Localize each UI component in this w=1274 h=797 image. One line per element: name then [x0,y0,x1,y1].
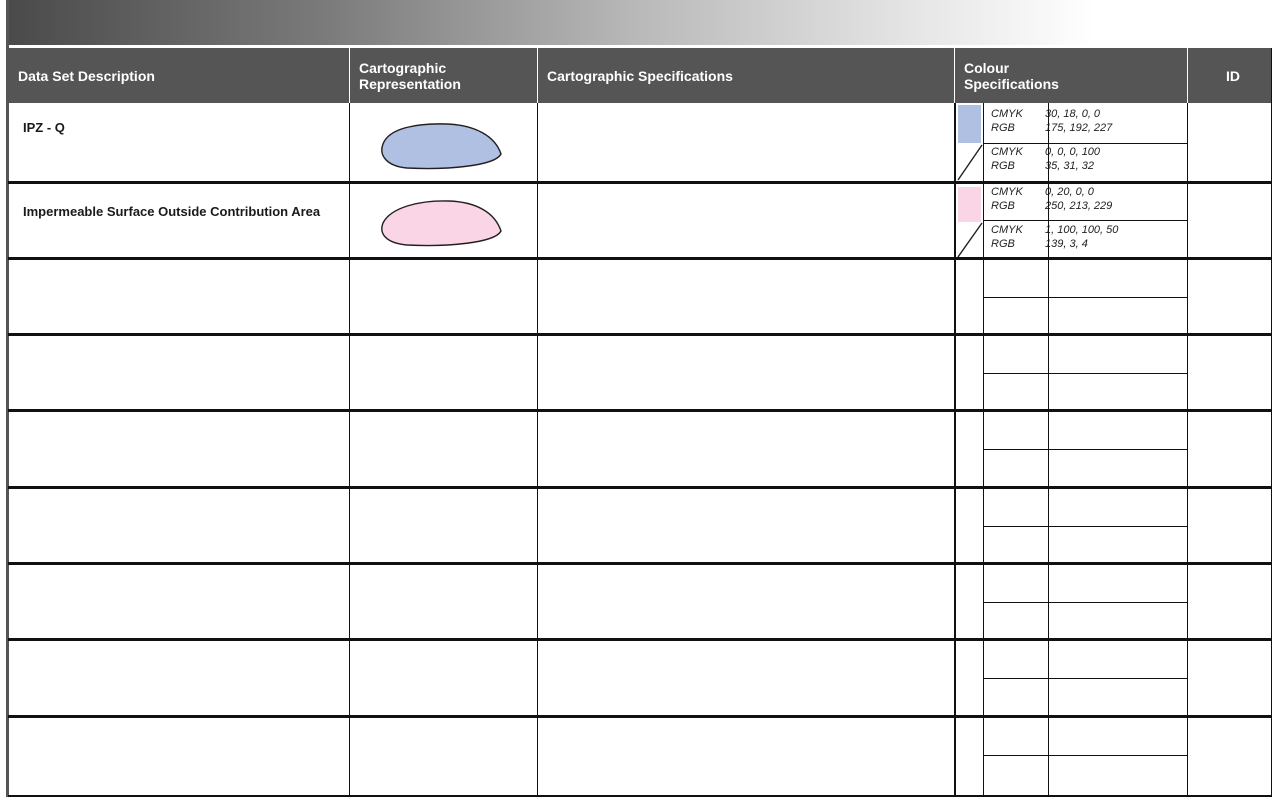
outline-model1: CMYK [991,146,1023,158]
row-separator [8,715,1272,718]
column-divider [954,103,956,797]
header-divider [349,48,350,103]
row-separator [8,562,1272,565]
table-right-border [1271,48,1272,797]
header-cartographic-specifications: Cartographic Specifications [547,67,733,84]
row-description: Impermeable Surface Outside Contribution… [23,204,321,219]
colour-subrow-divider [983,220,1187,221]
row-separator [8,638,1272,641]
fill-model2: RGB [991,200,1015,212]
fill-model1: CMYK [991,186,1023,198]
outline-model2: RGB [991,160,1015,172]
fill-color-swatch [958,187,981,222]
outline-model1: CMYK [991,224,1023,236]
column-divider [1048,103,1049,181]
header-divider [537,48,538,103]
column-divider [349,103,350,797]
column-divider [983,103,984,797]
colour-subrow-divider [983,602,1187,603]
row-separator [8,409,1272,412]
outline-value1: 1, 100, 100, 50 [1045,224,1119,236]
row-description: IPZ - Q [23,120,65,135]
fill-color-swatch [958,105,981,143]
polygon-symbol [381,123,502,170]
row-separator [8,181,1272,184]
table-header: Data Set Description Cartographic Repres… [8,48,1272,103]
legend-specification-sheet: Data Set Description Cartographic Repres… [6,0,1272,797]
header-divider [954,48,955,103]
outline-color-swatch [957,144,983,181]
outline-value2: 139, 3, 4 [1045,238,1088,250]
title-bar [6,0,1272,45]
outline-model2: RGB [991,238,1015,250]
row-separator [8,333,1272,336]
column-divider [1048,184,1049,257]
colour-subrow-divider [983,297,1187,298]
column-divider [537,103,538,797]
fill-model2: RGB [991,122,1015,134]
colour-subrow-divider [983,449,1187,450]
header-id: ID [1226,67,1240,84]
colour-subrow-divider [983,678,1187,679]
fill-model1: CMYK [991,108,1023,120]
polygon-symbol [381,200,502,247]
colour-subrow-divider [983,755,1187,756]
colour-subrow-divider [983,373,1187,374]
left-edge-border [6,0,9,797]
row-separator [8,257,1272,260]
fill-value2: 175, 192, 227 [1045,122,1113,134]
outline-value1: 0, 0, 0, 100 [1045,146,1101,158]
fill-value1: 0, 20, 0, 0 [1045,186,1094,198]
header-cartographic-representation: Cartographic Representation [359,59,461,92]
row-separator [8,486,1272,489]
colour-subrow-divider [983,143,1187,144]
fill-value1: 30, 18, 0, 0 [1045,108,1101,120]
outline-value2: 35, 31, 32 [1045,160,1094,172]
fill-value2: 250, 213, 229 [1045,200,1113,212]
colour-subrow-divider [983,526,1187,527]
header-data-set-description: Data Set Description [18,67,155,84]
outline-color-swatch [957,222,983,258]
header-colour-specifications: Colour Specifications [964,59,1059,92]
column-divider [1187,103,1188,797]
header-divider [1187,48,1188,103]
